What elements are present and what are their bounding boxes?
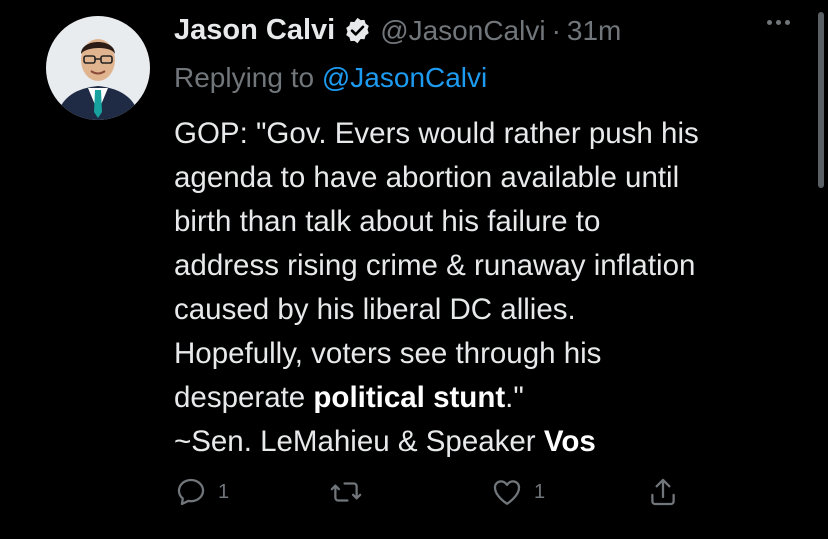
reply-button[interactable]: 1 [174, 475, 229, 509]
tweet-text: GOP: "Gov. Evers would rather push his a… [174, 112, 794, 464]
tweet-line: desperate political stunt." [174, 376, 794, 420]
like-count: 1 [534, 480, 546, 503]
like-button[interactable]: 1 [490, 475, 545, 509]
tweet-line: GOP: "Gov. Evers would rather push his [174, 117, 699, 150]
author-handle[interactable]: @JasonCalvi [380, 15, 545, 47]
more-icon[interactable] [767, 20, 790, 25]
action-bar: 1 1 [174, 475, 694, 515]
replying-to: Replying to @JasonCalvi [174, 62, 487, 94]
reply-count: 1 [218, 480, 230, 503]
verified-badge-icon [343, 16, 372, 45]
retweet-button[interactable] [328, 475, 374, 509]
tweet-line-text: ." [505, 381, 524, 414]
tweet-line: birth than talk about his failure to [174, 205, 601, 238]
tweet-header: Jason Calvi @JasonCalvi · 31m [174, 14, 621, 47]
tweet-line-text: desperate [174, 381, 314, 414]
tweet-line: caused by his liberal DC allies. [174, 293, 576, 326]
tweet-line: Hopefully, voters see through his [174, 337, 602, 370]
tweet-bold-text: Vos [543, 425, 596, 458]
retweet-icon [328, 475, 364, 509]
separator-dot: · [551, 14, 561, 46]
replying-prefix: Replying to [174, 62, 322, 93]
avatar[interactable] [46, 16, 150, 120]
scrollbar[interactable] [818, 12, 824, 188]
tweet-bold-text: political stunt [313, 381, 506, 414]
tweet-line: ~Sen. LeMahieu & Speaker Vos [174, 420, 794, 464]
tweet-line: address rising crime & runaway inflation [174, 249, 696, 282]
tweet-line: agenda to have abortion available until [174, 161, 680, 194]
tweet-line-text: ~Sen. LeMahieu & Speaker [174, 425, 544, 458]
timestamp[interactable]: 31m [567, 15, 621, 47]
reply-icon [174, 475, 208, 509]
share-icon [646, 475, 680, 509]
like-icon [490, 475, 524, 509]
avatar-image [46, 16, 150, 120]
share-button[interactable] [646, 475, 680, 509]
author-name[interactable]: Jason Calvi [174, 14, 335, 47]
replying-to-link[interactable]: @JasonCalvi [322, 62, 487, 93]
